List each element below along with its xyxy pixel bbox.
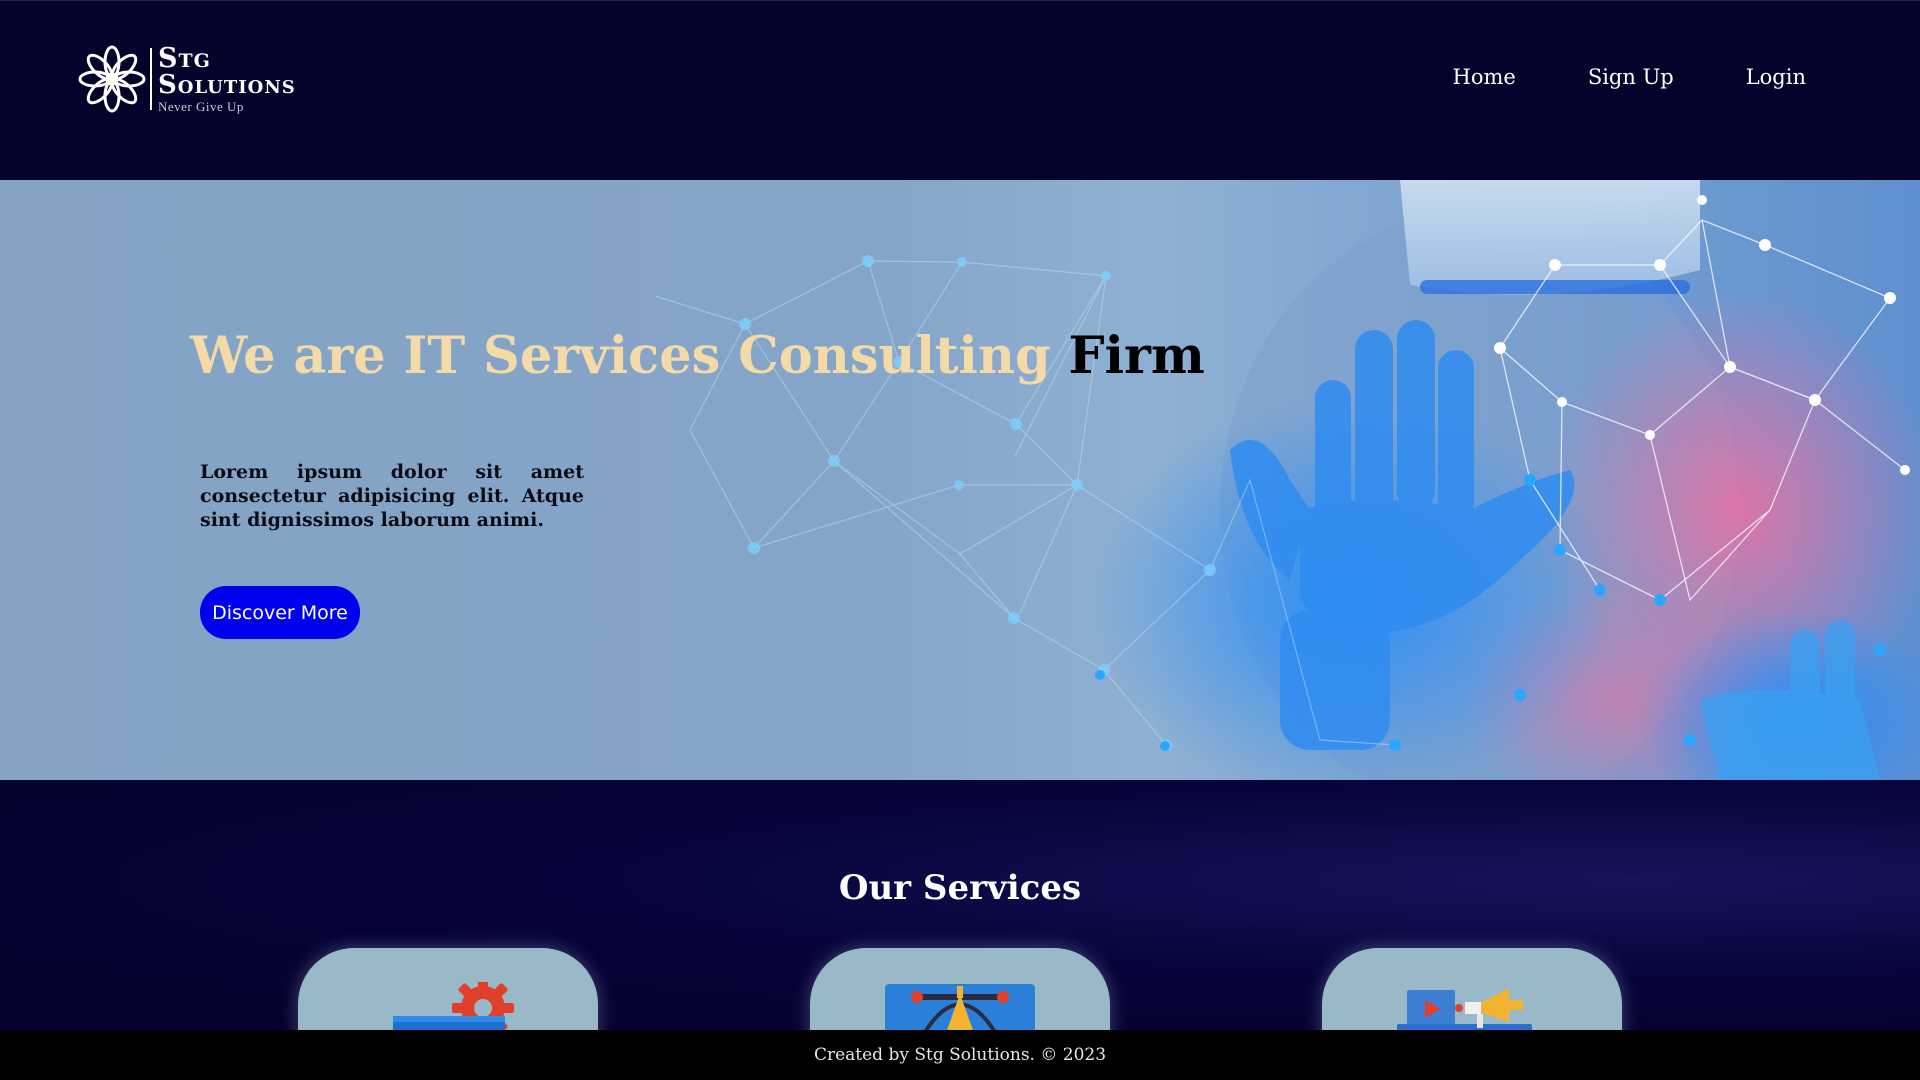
logo-divider: [150, 48, 152, 110]
marketing-megaphone-icon: [1397, 988, 1532, 1030]
settings-folder-icon: [393, 982, 514, 1030]
hero-heading-light: We are IT Services Consulting: [190, 326, 1051, 386]
site-footer: Created by Stg Solutions. © 2023: [0, 1030, 1920, 1080]
service-card[interactable]: [1322, 948, 1622, 1030]
footer-copyright: Created by Stg Solutions. © 2023: [813, 1045, 1107, 1065]
site-header: Stg Solutions Never Give Up Home Sign Up…: [0, 0, 1920, 180]
hero-heading-dark: Firm: [1068, 326, 1205, 386]
nav-link-login[interactable]: Login: [1746, 65, 1806, 89]
flower-logo-icon: [78, 45, 146, 113]
main-nav: Home Sign Up Login: [1453, 65, 1806, 89]
brand-wordmark: Stg Solutions Never Give Up: [158, 45, 296, 113]
brand-name-line1: Stg: [158, 43, 211, 74]
services-section: Our Services: [0, 780, 1920, 1030]
hero-section: We are IT Services Consulting Firm Lorem…: [0, 180, 1920, 780]
service-card[interactable]: [810, 948, 1110, 1030]
service-card[interactable]: [298, 948, 598, 1030]
discover-more-button[interactable]: Discover More: [200, 586, 360, 639]
nav-link-home[interactable]: Home: [1453, 65, 1516, 89]
design-pen-tool-icon: [885, 984, 1035, 1030]
brand-name-line2: Solutions: [158, 70, 296, 100]
hero-heading: We are IT Services Consulting Firm: [190, 326, 1205, 386]
hero-description: Lorem ipsum dolor sit amet consectetur a…: [200, 461, 584, 531]
brand-tagline: Never Give Up: [158, 99, 244, 114]
nav-link-signup[interactable]: Sign Up: [1588, 65, 1674, 89]
services-title: Our Services: [838, 868, 1082, 908]
brand-logo[interactable]: Stg Solutions Never Give Up: [78, 45, 296, 113]
